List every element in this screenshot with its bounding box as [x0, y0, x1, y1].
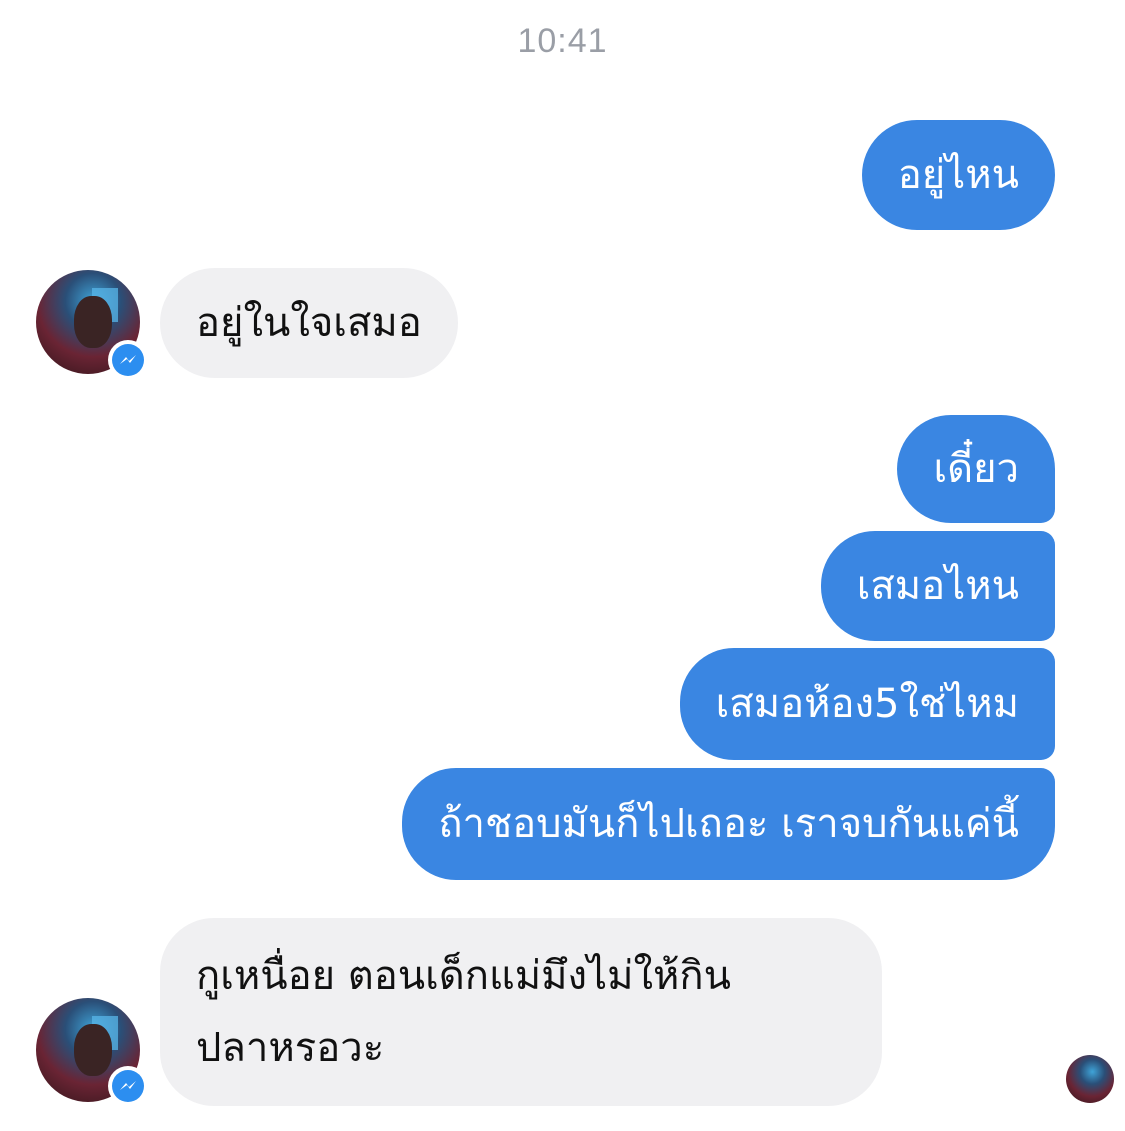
message-timestamp: 10:41	[517, 22, 608, 60]
outgoing-message[interactable]: เดี๋ยว	[897, 415, 1055, 523]
incoming-message[interactable]: กูเหนื่อย ตอนเด็กแม่มึงไม่ให้กิน ปลาหรอว…	[160, 918, 882, 1106]
message-text: เสมอไหน	[856, 563, 1019, 609]
message-text: เสมอห้อง5ใช่ไหม	[715, 681, 1019, 727]
message-text: ถ้าชอบมันก็ไปเถอะ เราจบกันแค่นี้	[438, 801, 1019, 847]
seen-avatar	[1066, 1055, 1114, 1103]
incoming-message[interactable]: อยู่ในใจเสมอ	[160, 268, 458, 378]
outgoing-message[interactable]: เสมอห้อง5ใช่ไหม	[679, 648, 1055, 760]
message-text-line-1: กูเหนื่อย ตอนเด็กแม่มึงไม่ให้กิน	[196, 953, 731, 999]
outgoing-message[interactable]: เสมอไหน	[820, 531, 1055, 641]
message-text: เดี๋ยว	[933, 446, 1019, 492]
outgoing-message[interactable]: อยู่ไหน	[861, 120, 1055, 230]
messenger-bolt-icon	[108, 1066, 148, 1106]
message-text: อยู่ในใจเสมอ	[196, 300, 422, 346]
message-text: อยู่ไหน	[897, 152, 1019, 198]
message-text-line-2: ปลาหรอวะ	[196, 1025, 385, 1071]
outgoing-message[interactable]: ถ้าชอบมันก็ไปเถอะ เราจบกันแค่นี้	[402, 768, 1055, 880]
messenger-bolt-icon	[108, 340, 148, 380]
